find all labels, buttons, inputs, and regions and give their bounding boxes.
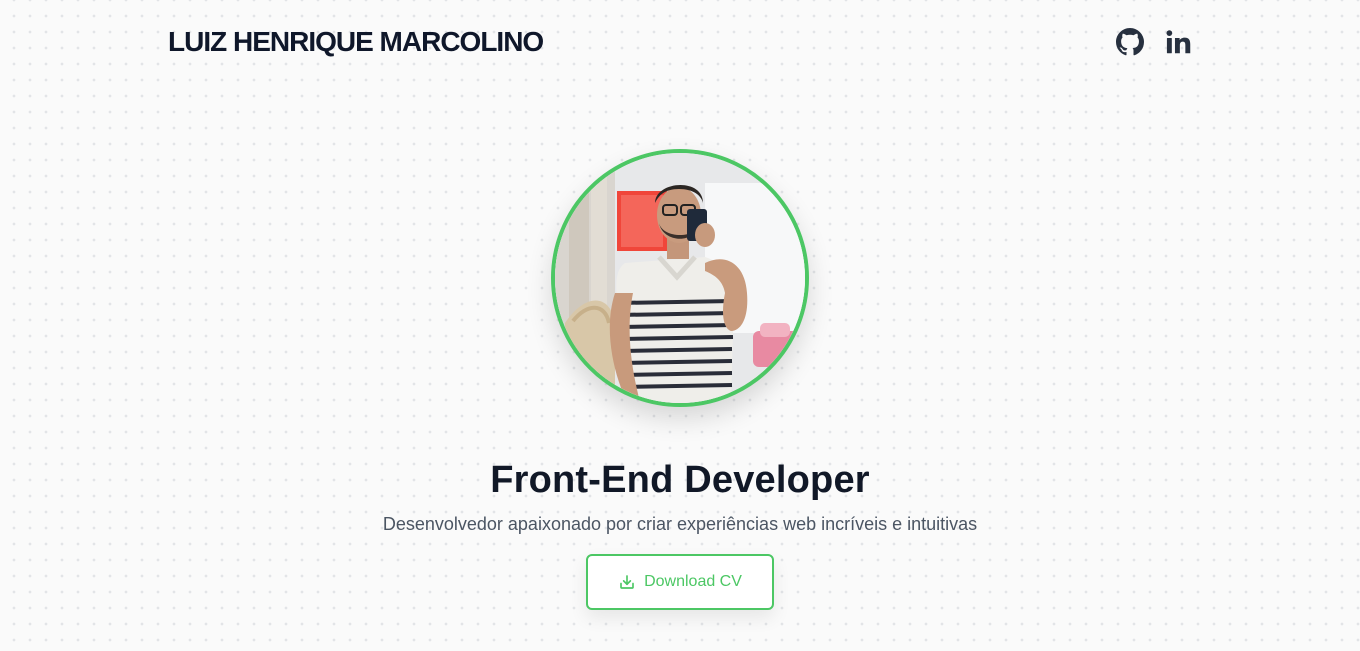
site-header: LUIZ HENRIQUE MARCOLINO (0, 0, 1360, 86)
github-link[interactable] (1116, 28, 1144, 56)
download-icon (620, 575, 634, 589)
download-cv-label: Download CV (644, 573, 742, 590)
linkedin-link[interactable] (1164, 28, 1192, 56)
social-links (1116, 28, 1192, 56)
linkedin-icon (1166, 30, 1191, 54)
github-icon (1116, 28, 1144, 56)
hero-subtitle: Desenvolvedor apaixonado por criar exper… (382, 514, 978, 534)
profile-photo-illustration (555, 153, 805, 403)
brand-name[interactable]: LUIZ HENRIQUE MARCOLINO (168, 26, 544, 58)
profile-photo (551, 149, 809, 407)
download-cv-button[interactable]: Download CV (586, 554, 774, 610)
role-title: Front-End Developer (490, 459, 870, 502)
